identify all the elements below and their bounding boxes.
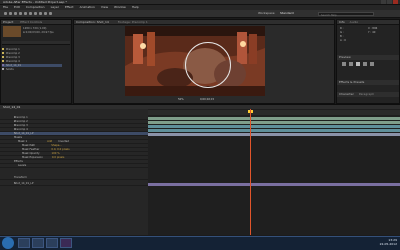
workspace-select[interactable]: Standard (280, 11, 294, 15)
list-item[interactable]: Shot_14_01 (2, 64, 62, 68)
tab-paragraph[interactable]: Paragraph (359, 92, 374, 96)
info-y: Y : 40 (368, 31, 376, 34)
minimize-button[interactable] (381, 0, 386, 4)
layer-bar[interactable] (148, 128, 400, 132)
tab-character[interactable]: Character Paragraph (337, 92, 399, 97)
list-item[interactable]: Solids (2, 68, 62, 71)
info-r: R : (340, 27, 344, 30)
tab-preview[interactable]: Preview (337, 55, 399, 60)
info-a: A : 0 (340, 39, 346, 42)
tab-effect-controls[interactable]: Effect Controls (20, 20, 42, 24)
media-player-icon[interactable] (46, 238, 58, 248)
layer-bar[interactable] (148, 124, 400, 128)
table-row[interactable]: Transform (0, 176, 148, 180)
rotate-tool-icon[interactable] (19, 12, 22, 15)
zoom-tool-icon[interactable] (14, 12, 17, 15)
camera-tool-icon[interactable] (24, 12, 27, 15)
table-row[interactable]: 6Shot_14_01_LP (0, 182, 148, 186)
close-button[interactable] (393, 0, 398, 4)
mask-tool-icon[interactable] (34, 12, 37, 15)
play-icon[interactable] (356, 62, 360, 66)
table-row[interactable]: Levels (0, 164, 148, 168)
project-info-line-1: 1280 x 720 (1.00) (23, 27, 47, 30)
hand-tool-icon[interactable] (9, 12, 12, 15)
tab-effects-presets[interactable]: Effects & Presets (337, 80, 399, 85)
prev-frame-icon[interactable] (349, 62, 353, 66)
tab-audio[interactable]: Audio (350, 20, 359, 24)
info-g: G : (340, 31, 344, 34)
viewer-zoom[interactable]: 50% (178, 98, 184, 101)
playhead[interactable] (250, 109, 251, 235)
after-effects-taskbar-icon[interactable] (60, 238, 72, 248)
project-search-field[interactable] (2, 41, 70, 45)
pen-tool-icon[interactable] (39, 12, 42, 15)
project-thumbnail (3, 26, 21, 37)
layer-bar[interactable] (148, 116, 400, 120)
mask-circle[interactable] (185, 42, 231, 88)
text-tool-icon[interactable] (44, 12, 47, 15)
project-info-line-2: Δ 0;00;03;00, 29.97 fps (23, 31, 54, 34)
time-ruler[interactable] (148, 110, 400, 115)
list-item[interactable]: Precomp 4 (2, 60, 62, 63)
tab-project[interactable]: Project Effect Controls (1, 20, 71, 25)
window-controls (381, 0, 398, 4)
list-item[interactable]: Precomp 2 (2, 52, 62, 55)
maximize-button[interactable] (387, 0, 392, 4)
brush-tool-icon[interactable] (49, 12, 52, 15)
tab-footage[interactable]: Footage: Precomp 1 (118, 20, 148, 24)
list-item[interactable]: Precomp 1 (2, 48, 62, 51)
next-frame-icon[interactable] (363, 62, 367, 66)
tab-composition[interactable]: Composition: Shot_14 (76, 20, 109, 24)
layer-bar[interactable] (148, 120, 400, 124)
layer-bar[interactable] (148, 132, 400, 136)
last-frame-icon[interactable] (370, 62, 374, 66)
selection-tool-icon[interactable] (4, 12, 7, 15)
system-clock: 13:29 22-05-2012 (379, 238, 397, 246)
info-x: X : 896 (368, 27, 378, 30)
viewer-timecode[interactable]: 0;00;02;15 (200, 98, 214, 101)
info-b: B : (340, 35, 344, 38)
pan-behind-tool-icon[interactable] (29, 12, 32, 15)
ie-icon[interactable] (18, 238, 30, 248)
workspace-label: Workspace: (258, 11, 276, 15)
tab-info[interactable]: Info (339, 20, 345, 24)
list-item[interactable]: Precomp 3 (2, 56, 62, 59)
start-button[interactable] (2, 237, 14, 249)
preview-controls (342, 62, 392, 66)
search-help-input[interactable]: Search Help (318, 12, 374, 17)
layer-bar[interactable] (148, 182, 400, 186)
explorer-icon[interactable] (32, 238, 44, 248)
first-frame-icon[interactable] (342, 62, 346, 66)
